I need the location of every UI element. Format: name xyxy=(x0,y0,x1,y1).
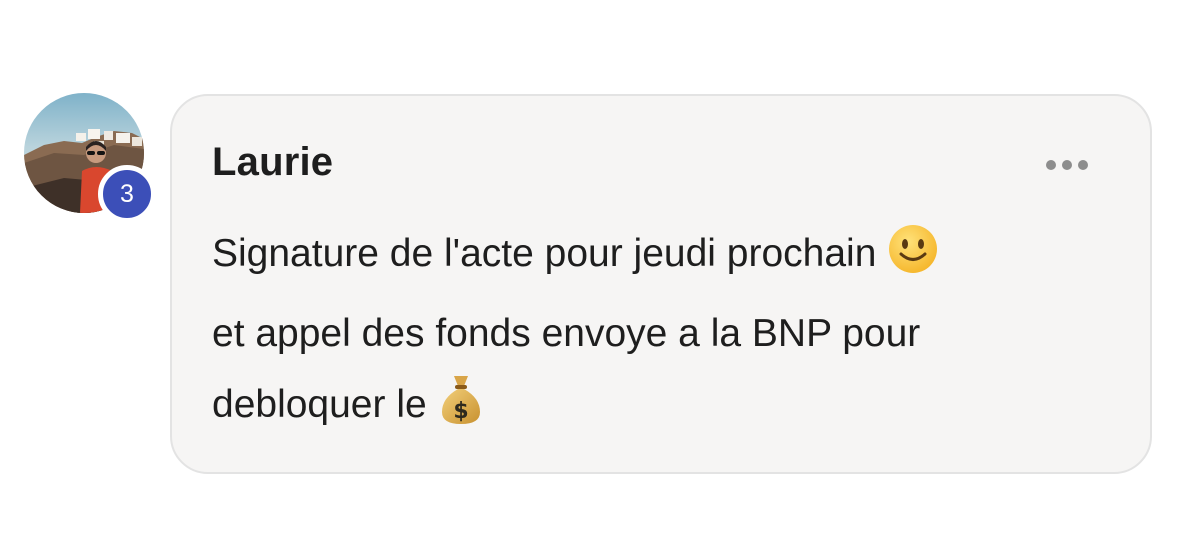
message-line: debloquer le $ xyxy=(212,369,1112,449)
comment-bubble: Laurie Signature de l'acte pour jeudi pr… xyxy=(170,94,1152,474)
comment-thread: 3 Laurie Signature de l'acte pour jeudi … xyxy=(0,0,1179,546)
message-text: debloquer le xyxy=(212,383,427,426)
notification-badge: 3 xyxy=(98,165,156,223)
message-text: et appel des fonds envoye a la BNP pour xyxy=(212,312,921,355)
avatar-container[interactable]: 3 xyxy=(24,93,156,223)
more-dot-icon xyxy=(1062,160,1072,170)
message-line: et appel des fonds envoye a la BNP pour xyxy=(212,298,1112,369)
smiling-face-icon xyxy=(887,223,939,298)
comment-author[interactable]: Laurie xyxy=(212,140,333,185)
message-text: Signature de l'acte pour jeudi prochain xyxy=(212,232,877,275)
money-bag-icon: $ xyxy=(438,372,484,449)
more-dot-icon xyxy=(1078,160,1088,170)
more-dot-icon xyxy=(1046,160,1056,170)
svg-text:$: $ xyxy=(453,399,468,424)
more-options-button[interactable] xyxy=(1046,160,1088,170)
message-line: Signature de l'acte pour jeudi prochain xyxy=(212,218,1112,298)
comment-message: Signature de l'acte pour jeudi prochain xyxy=(212,218,1112,449)
